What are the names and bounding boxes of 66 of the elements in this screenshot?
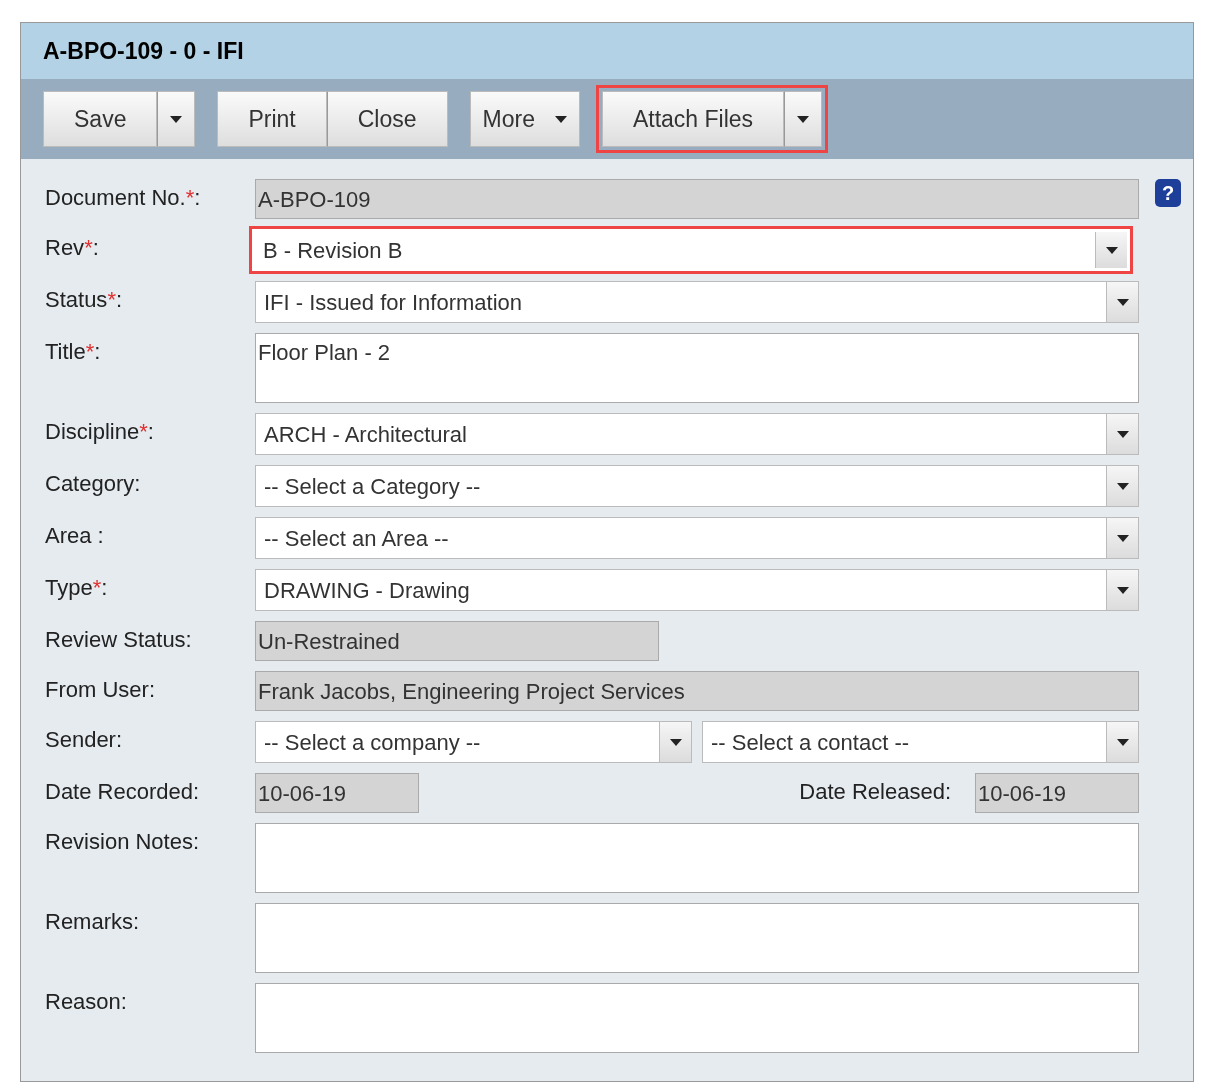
field-label: Sender: — [45, 727, 123, 752]
dropdown-field[interactable]: -- Select a contact -- — [702, 721, 1139, 763]
more-button[interactable]: More — [469, 91, 580, 147]
readonly-field: 10-06-19 — [255, 773, 419, 813]
dropdown-button[interactable] — [157, 91, 196, 147]
dropdown-button[interactable] — [784, 91, 823, 147]
dropdown-toggle[interactable] — [1106, 414, 1138, 454]
field-label: Status*: — [45, 287, 123, 312]
dropdown-field[interactable]: IFI - Issued for Information — [255, 281, 1139, 323]
field-value: B - Revision B — [263, 236, 403, 265]
dropdown-field[interactable]: B - Revision B — [249, 226, 1133, 274]
field-label: Type*: — [45, 575, 108, 600]
field-value: -- Select an Area -- — [264, 524, 449, 553]
caret-icon — [1116, 482, 1129, 490]
field-label: Title*: — [45, 339, 101, 364]
field-label: Review Status: — [45, 627, 192, 652]
text-area[interactable]: Floor Plan - 2 — [255, 333, 1139, 403]
field-label: Document No.*: — [45, 185, 201, 210]
field-value: -- Select a contact -- — [711, 728, 910, 757]
caret-icon — [1116, 586, 1129, 594]
field-value: -- Select a company -- — [264, 728, 481, 757]
caret-icon — [797, 115, 810, 123]
field-value: IFI - Issued for Information — [264, 288, 522, 317]
readonly-field: Frank Jacobs, Engineering Project Services — [255, 671, 1139, 711]
field-label: Rev*: — [45, 235, 99, 260]
dropdown-toggle[interactable] — [1106, 282, 1138, 322]
dropdown-toggle[interactable] — [1106, 466, 1138, 506]
field-label: Revision Notes: — [45, 829, 200, 854]
caret-icon — [669, 738, 682, 746]
dropdown-toggle[interactable] — [1106, 518, 1138, 558]
field-label: Discipline*: — [45, 419, 154, 444]
field-value: ARCH - Architectural — [264, 420, 467, 449]
dropdown-field[interactable]: -- Select a Category -- — [255, 465, 1139, 507]
caret-icon — [1116, 430, 1129, 438]
field-label: Area : — [45, 523, 104, 548]
dropdown-toggle[interactable] — [659, 722, 691, 762]
caret-icon — [554, 115, 567, 123]
caret-icon — [1116, 534, 1129, 542]
field-label: Remarks: — [45, 909, 140, 934]
dropdown-toggle[interactable] — [1106, 570, 1138, 610]
dropdown-field[interactable]: -- Select a company -- — [255, 721, 692, 763]
caret-icon — [1105, 246, 1118, 254]
toolbar-button[interactable]: Close — [326, 91, 448, 147]
readonly-field: A-BPO-109 — [255, 179, 1139, 219]
help-button[interactable]: ? — [1155, 179, 1181, 207]
toolbar-button[interactable]: Save — [43, 91, 158, 147]
field-label: Reason: — [45, 989, 127, 1014]
field-value: DRAWING - Drawing — [264, 576, 470, 605]
dropdown-field[interactable]: DRAWING - Drawing — [255, 569, 1139, 611]
dropdown-toggle[interactable] — [1106, 722, 1138, 762]
toolbar-button[interactable]: Print — [217, 91, 327, 147]
dropdown-field[interactable]: ARCH - Architectural — [255, 413, 1139, 455]
field-label: Date Recorded: — [45, 779, 200, 804]
window-title: A-BPO-109 - 0 - IFI — [43, 36, 244, 66]
dropdown-toggle[interactable] — [1095, 232, 1127, 268]
dropdown-field[interactable]: -- Select an Area -- — [255, 517, 1139, 559]
field-label: Category: — [45, 471, 141, 496]
caret-icon — [1116, 298, 1129, 306]
readonly-field: 10-06-19 — [975, 773, 1139, 813]
toolbar-button[interactable]: Attach Files — [601, 91, 785, 147]
field-label: Date Released: — [799, 778, 951, 806]
field-value: -- Select a Category -- — [264, 472, 481, 501]
readonly-field: Un-Restrained — [255, 621, 659, 661]
caret-icon — [1116, 738, 1129, 746]
field-label: From User: — [45, 677, 155, 702]
caret-icon — [170, 115, 183, 123]
